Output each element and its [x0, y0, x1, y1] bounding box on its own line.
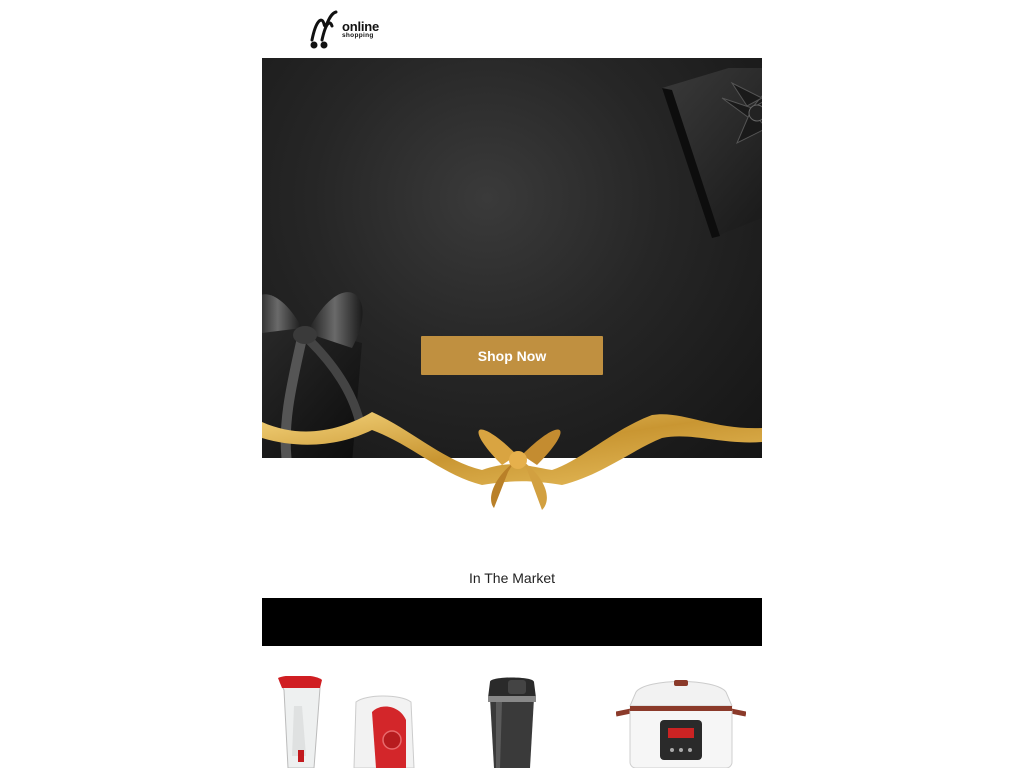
logo-subword: shopping: [342, 32, 374, 40]
gift-box-image: [662, 68, 762, 238]
black-divider-bar: [262, 598, 762, 646]
brand-logo[interactable]: online shopping: [308, 10, 388, 50]
product-row: [262, 646, 762, 768]
pressure-cooker-icon[interactable]: [616, 676, 746, 768]
section-title: In The Market: [468, 570, 556, 586]
travel-mug-icon[interactable]: [484, 676, 540, 768]
blender-icon[interactable]: [276, 676, 416, 768]
email-container: online shopping Shop Now In The Market: [262, 0, 762, 768]
logo-text: online shopping: [342, 20, 379, 40]
gold-ribbon-bow-icon: [262, 412, 762, 510]
